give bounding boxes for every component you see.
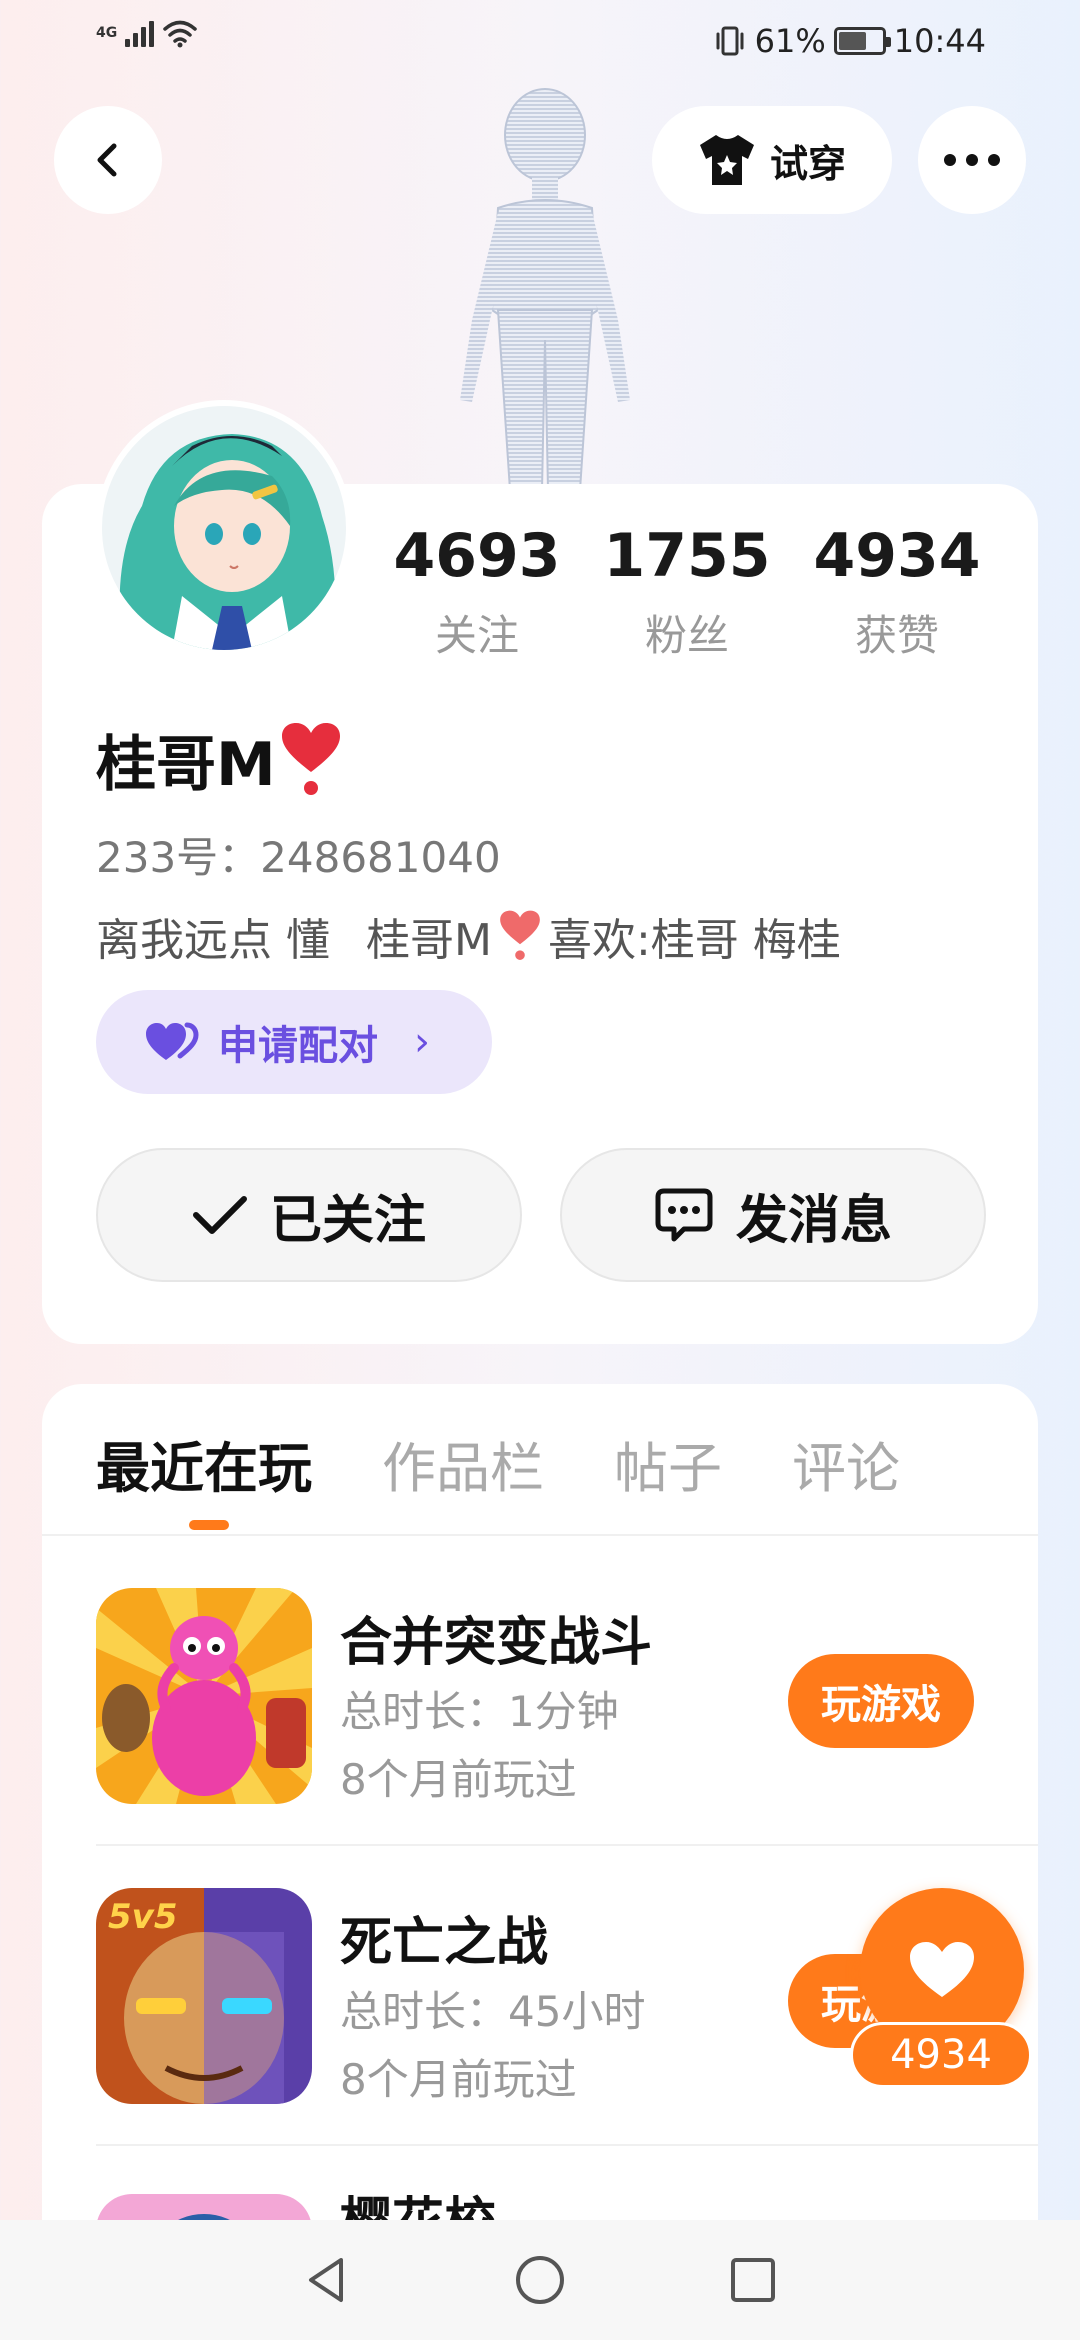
status-bar: 4G 61% 10:44	[0, 0, 1080, 84]
send-message-button[interactable]: 发消息	[560, 1148, 986, 1282]
more-button[interactable]	[918, 106, 1026, 214]
nav-home-icon[interactable]	[510, 2250, 570, 2310]
svg-text:5v5: 5v5	[108, 1897, 177, 1937]
game-icon: 5v5	[96, 1888, 312, 2104]
game-last-played: 8个月前玩过	[340, 2055, 577, 2104]
shirt-icon	[699, 135, 754, 185]
system-nav-bar	[0, 2220, 1080, 2340]
avatar-image	[102, 406, 346, 650]
tab-posts[interactable]: 帖子	[614, 1424, 722, 1543]
stats-row: 4693 关注 1755 粉丝 4934 获赞	[372, 520, 1002, 663]
clock: 10:44	[893, 22, 986, 60]
chevron-right-icon: ›	[414, 1019, 430, 1065]
play-game-button[interactable]: 玩游戏	[788, 1654, 974, 1748]
user-id: 233号：248681040	[96, 833, 501, 882]
heart-exclamation-icon	[500, 910, 540, 960]
avatar-figure	[460, 88, 630, 490]
bio-part-2: 桂哥M	[366, 915, 492, 966]
nav-back-icon[interactable]	[297, 2250, 357, 2310]
more-icon	[944, 154, 1000, 166]
status-left: 4G	[96, 18, 198, 48]
battery-icon	[833, 27, 891, 55]
floating-like-count: 4934	[850, 2022, 1032, 2088]
stat-label: 获赞	[854, 611, 939, 660]
stat-likes[interactable]: 4934 获赞	[792, 520, 1002, 663]
bio-part-3: 喜欢:桂哥 梅桂	[547, 915, 841, 966]
heart-exclamation-icon	[281, 722, 340, 795]
double-heart-icon	[146, 1022, 199, 1060]
try-on-label: 试穿	[769, 141, 846, 186]
game-last-played: 8个月前玩过	[340, 1755, 577, 1804]
wifi-icon	[163, 20, 197, 48]
try-on-button[interactable]: 试穿	[652, 106, 892, 214]
avatar[interactable]	[96, 400, 352, 656]
nav-recents-icon[interactable]	[723, 2250, 783, 2310]
vibrate-icon	[716, 26, 744, 56]
send-message-label: 发消息	[735, 1190, 892, 1251]
back-button[interactable]	[54, 106, 162, 214]
stat-label: 粉丝	[644, 611, 729, 660]
network-type: 4G	[96, 25, 118, 41]
game-icon	[96, 1588, 312, 1804]
stat-value: 4693	[393, 521, 561, 591]
followed-label: 已关注	[269, 1190, 426, 1251]
stat-value: 1755	[603, 521, 771, 591]
tab-comments[interactable]: 评论	[792, 1424, 900, 1543]
game-name: 死亡之战	[340, 1913, 549, 1973]
game-duration: 总时长：1分钟	[340, 1687, 619, 1736]
stat-following[interactable]: 4693 关注	[372, 520, 582, 663]
pair-request-label: 申请配对	[218, 1023, 378, 1069]
pair-request-button[interactable]: 申请配对 ›	[96, 990, 492, 1094]
username-text: 桂哥M	[96, 730, 276, 800]
bio: 离我远点 懂 桂哥M 喜欢:桂哥 梅桂	[96, 904, 841, 968]
followed-button[interactable]: 已关注	[96, 1148, 522, 1282]
signal-icon	[125, 19, 155, 47]
status-right: 61% 10:44	[713, 22, 986, 60]
stat-label: 关注	[434, 611, 519, 660]
heart-icon	[910, 1942, 974, 1997]
game-name: 合并突变战斗	[340, 1613, 653, 1673]
game-duration: 总时长：45小时	[340, 1987, 646, 2036]
recent-games-card: 最近在玩 作品栏 帖子 评论 合并突变战斗 总时长：1分钟 8个月前玩过 玩游戏	[42, 1384, 1038, 2340]
tab-indicator	[189, 1520, 229, 1530]
username: 桂哥M	[96, 716, 342, 803]
check-icon	[192, 1196, 247, 1234]
game-row[interactable]: 合并突变战斗 总时长：1分钟 8个月前玩过 玩游戏	[96, 1544, 1026, 1844]
stat-fans[interactable]: 1755 粉丝	[582, 520, 792, 663]
chat-bubble-icon	[655, 1188, 713, 1242]
stat-value: 4934	[813, 521, 981, 591]
battery-percent: 61%	[754, 22, 826, 60]
back-icon	[97, 143, 117, 177]
tab-works[interactable]: 作品栏	[382, 1424, 544, 1543]
bio-part-1: 离我远点 懂	[96, 915, 330, 966]
divider	[42, 1534, 1038, 1536]
